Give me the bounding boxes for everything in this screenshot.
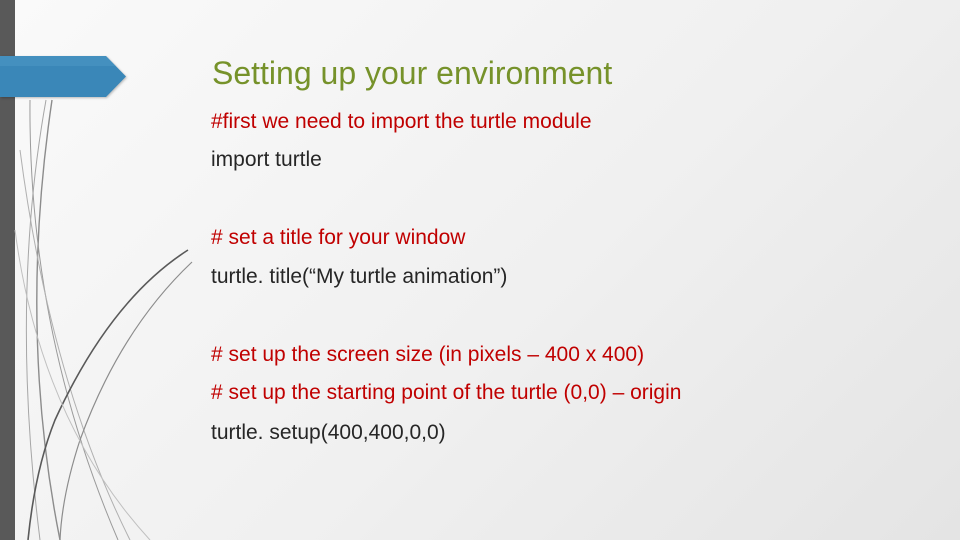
comment-line-screen-size: # set up the screen size (in pixels – 40…: [211, 343, 645, 366]
comment-line-title: # set a title for your window: [211, 226, 466, 249]
slide: Setting up your environment #first we ne…: [0, 0, 960, 540]
title-accent-tab: [0, 56, 126, 97]
comment-line-origin: # set up the starting point of the turtl…: [211, 381, 682, 404]
code-line-title: turtle. title(“My turtle animation”): [211, 265, 508, 288]
code-line-import: import turtle: [211, 148, 322, 171]
slide-title: Setting up your environment: [212, 55, 613, 91]
comment-line-import: #first we need to import the turtle modu…: [211, 110, 592, 133]
code-line-setup: turtle. setup(400,400,0,0): [211, 421, 446, 444]
